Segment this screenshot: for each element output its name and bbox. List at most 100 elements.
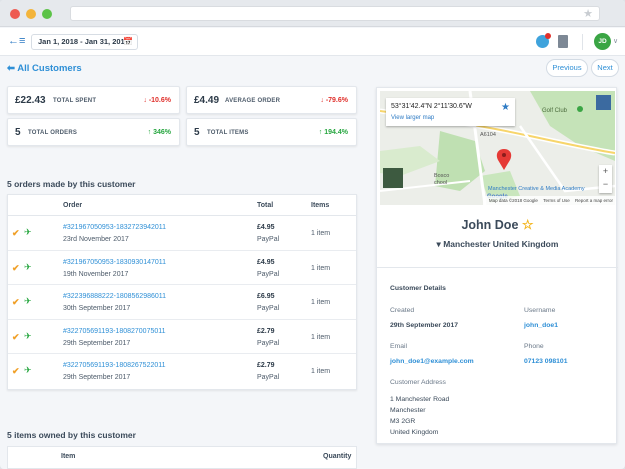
close-window-dot[interactable] xyxy=(10,9,20,19)
owned-items-table-header: Item Quantity xyxy=(7,446,357,469)
airplane-icon: ✈ xyxy=(24,365,32,376)
created-value: 29th September 2017 xyxy=(390,322,459,329)
globe-notification-icon[interactable] xyxy=(536,33,551,48)
app-window: ★ ←≡ Jan 1, 2018 - Jan 31, 2018 📅 JD ∨ ⬅… xyxy=(0,0,625,469)
stat-value: £22.43 xyxy=(15,95,46,106)
customer-details-title: Customer Details xyxy=(390,285,446,292)
customer-name: John Doe xyxy=(461,218,519,232)
stat-change: ↑ 346% xyxy=(147,129,171,136)
order-items: 1 item xyxy=(311,264,331,272)
table-row[interactable]: ✔ ✈ #322705691193-1808270075011 29th Sep… xyxy=(8,320,356,355)
order-items: 1 item xyxy=(311,230,331,237)
map-marker-icon: ▾ xyxy=(436,239,441,249)
date-range-picker[interactable]: Jan 1, 2018 - Jan 31, 2018 📅 xyxy=(31,34,138,50)
address-label: Customer Address xyxy=(390,379,446,386)
customer-name-row: John Doe ☆ xyxy=(377,217,618,233)
order-items: 1 item xyxy=(311,299,331,307)
date-range-text: Jan 1, 2018 - Jan 31, 2018 xyxy=(38,37,129,46)
browser-chrome: ★ xyxy=(0,0,625,27)
table-row[interactable]: ✔ ✈ #321967050953-1830930147011 19th Nov… xyxy=(8,251,356,286)
order-id-link[interactable]: #322705691193-1808270075011 xyxy=(63,328,166,335)
stat-label: TOTAL ITEMS xyxy=(207,130,249,136)
checkmark-icon: ✔ xyxy=(12,331,20,342)
order-total: £2.79 xyxy=(257,362,275,370)
svg-text:chool: chool xyxy=(434,180,447,186)
stat-change: ↓ -10.6% xyxy=(143,97,171,104)
svg-text:A6104: A6104 xyxy=(480,132,496,138)
stat-change: ↓ -79.6% xyxy=(320,97,348,104)
bookmark-star-icon[interactable]: ★ xyxy=(583,7,593,21)
stat-total-spent: £22.43 TOTAL SPENT ↓ -10.6% xyxy=(7,86,180,114)
svg-text:Golf Club: Golf Club xyxy=(542,108,568,114)
avatar[interactable]: JD xyxy=(594,33,611,50)
all-customers-link[interactable]: ⬅ All Customers xyxy=(7,63,82,74)
order-id-link[interactable]: #321967050953-1830930147011 xyxy=(63,259,166,266)
zoom-in-button[interactable]: + xyxy=(599,165,612,178)
stat-average-order: £4.49 AVERAGE ORDER ↓ -79.6% xyxy=(186,86,357,114)
chevron-down-icon[interactable]: ∨ xyxy=(613,37,618,45)
menu-back-icon[interactable]: ←≡ xyxy=(8,35,25,47)
svg-text:Bosco: Bosco xyxy=(434,173,449,179)
column-items[interactable]: Items xyxy=(311,202,329,209)
card-divider xyxy=(377,267,618,268)
map-coordinates-box: 53°31'42.4"N 2°11'30.6"W View larger map… xyxy=(386,98,515,126)
topbar-divider xyxy=(582,34,583,50)
stat-label: TOTAL ORDERS xyxy=(28,130,78,136)
report-map-error-link[interactable]: Report a map error xyxy=(575,198,613,203)
username-value[interactable]: john_doe1 xyxy=(524,322,558,329)
table-row[interactable]: ✔ ✈ #321967050953-1832723942011 23rd Nov… xyxy=(8,216,356,251)
minimize-window-dot[interactable] xyxy=(26,9,36,19)
svg-text:Manchester Creative & Media Ac: Manchester Creative & Media Academy xyxy=(488,186,585,192)
username-label: Username xyxy=(524,307,556,314)
stat-label: TOTAL SPENT xyxy=(53,98,97,104)
order-payment: PayPal xyxy=(257,339,280,347)
airplane-icon: ✈ xyxy=(24,227,32,237)
order-total: £2.79 xyxy=(257,327,275,335)
down-arrow-icon: ↓ xyxy=(320,97,324,104)
order-id-link[interactable]: #322705691193-1808267522011 xyxy=(63,362,166,369)
column-quantity[interactable]: Quantity xyxy=(323,453,351,460)
stat-total-orders: 5 TOTAL ORDERS ↑ 346% xyxy=(7,118,180,146)
column-total[interactable]: Total xyxy=(257,202,273,209)
address-bar[interactable]: ★ xyxy=(70,6,600,21)
order-date: 19th November 2017 xyxy=(63,270,129,278)
terms-of-use-link[interactable]: Terms of Use xyxy=(543,198,570,203)
orders-table-header: Order Total Items xyxy=(8,195,356,216)
order-id-link[interactable]: #321967050953-1832723942011 xyxy=(63,224,166,231)
phone-link[interactable]: 07123 098101 xyxy=(524,358,567,365)
order-payment: PayPal xyxy=(257,236,280,243)
map-data-attribution: Map data ©2018 Google xyxy=(488,198,538,203)
customer-location-row: ▾ Manchester United Kingdom xyxy=(377,239,618,250)
column-item[interactable]: Item xyxy=(61,453,75,460)
up-arrow-icon: ↑ xyxy=(318,129,323,136)
favorite-star-icon[interactable]: ☆ xyxy=(522,217,534,232)
stat-total-items: 5 TOTAL ITEMS ↑ 194.4% xyxy=(186,118,357,146)
map-zoom-controls: + − xyxy=(599,165,612,193)
next-button[interactable]: Next xyxy=(591,59,619,77)
save-star-icon[interactable]: ★ xyxy=(501,102,510,113)
location-map[interactable]: Golf Club A6104 Bosco chool Manchester C… xyxy=(380,91,615,205)
zoom-out-button[interactable]: − xyxy=(599,178,612,191)
notification-badge xyxy=(545,33,551,39)
top-bar: ←≡ Jan 1, 2018 - Jan 31, 2018 📅 JD ∨ xyxy=(0,28,625,56)
view-larger-map-link[interactable]: View larger map xyxy=(391,115,434,121)
column-order[interactable]: Order xyxy=(63,202,82,209)
customer-location: Manchester United Kingdom xyxy=(443,239,559,249)
maximize-window-dot[interactable] xyxy=(42,9,52,19)
airplane-icon: ✈ xyxy=(24,330,32,341)
previous-button[interactable]: Previous xyxy=(546,59,588,77)
stat-value: 5 xyxy=(15,127,21,138)
table-row[interactable]: ✔ ✈ #322705691193-1808267522011 29th Sep… xyxy=(8,354,356,389)
address-line: 1 Manchester Road xyxy=(390,396,450,403)
stat-change: ↑ 194.4% xyxy=(318,129,348,136)
document-icon[interactable] xyxy=(558,35,568,48)
stat-label: AVERAGE ORDER xyxy=(225,98,281,104)
order-date: 29th September 2017 xyxy=(63,339,131,347)
order-items: 1 item xyxy=(311,333,331,341)
order-total: £6.95 xyxy=(257,293,275,301)
table-row[interactable]: ✔ ✈ #322396888222-1808562986011 30th Sep… xyxy=(8,285,356,320)
email-label: Email xyxy=(390,343,407,350)
email-link[interactable]: john_doe1@example.com xyxy=(390,358,474,365)
order-id-link[interactable]: #322396888222-1808562986011 xyxy=(63,293,166,300)
order-date: 30th September 2017 xyxy=(63,305,131,313)
